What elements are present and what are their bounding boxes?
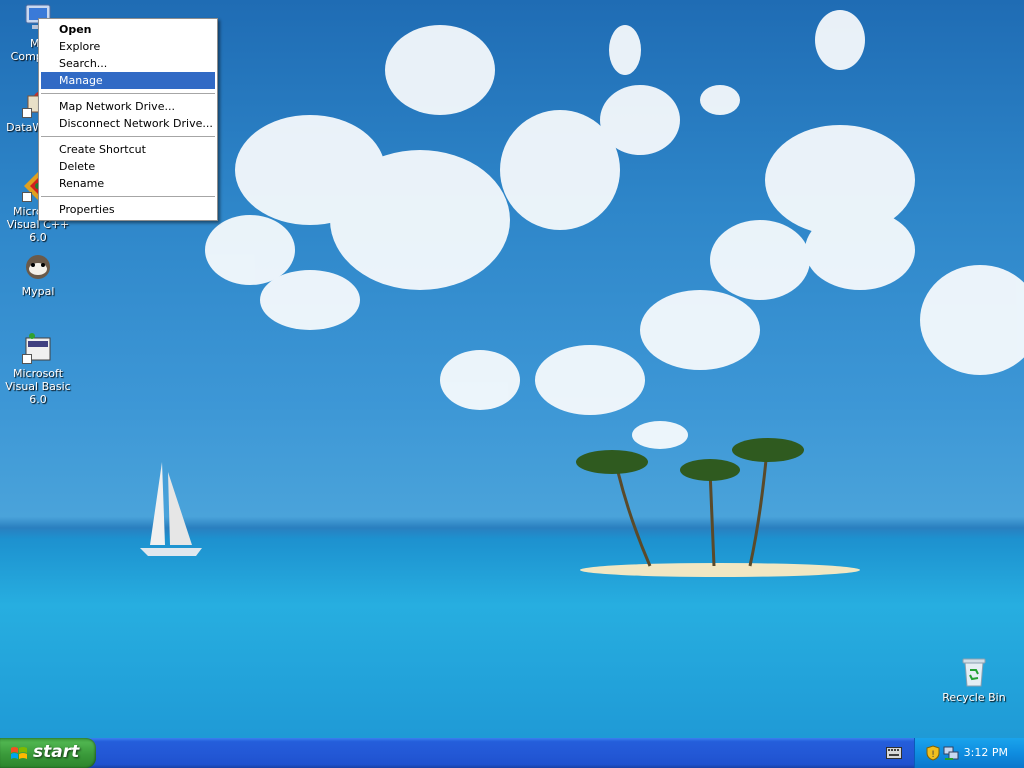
recycle-bin-app-icon (958, 656, 990, 688)
context-menu: Open Explore Search... Manage Map Networ… (38, 18, 218, 221)
menu-separator (41, 136, 215, 137)
desktop[interactable]: My Computer DataWizard Microsoft Visual … (0, 0, 1024, 738)
mypal-label: Mypal (21, 285, 55, 298)
menu-item-delete[interactable]: Delete (41, 158, 215, 175)
menu-item-manage[interactable]: Manage (41, 72, 215, 89)
visual-basic-label: Microsoft Visual Basic 6.0 (5, 367, 71, 406)
system-tray: ! 3:12 PM (914, 738, 1024, 768)
windows-logo-icon (11, 747, 27, 759)
menu-item-rename[interactable]: Rename (41, 175, 215, 192)
menu-item-explore[interactable]: Explore (41, 38, 215, 55)
mypal-app-icon (22, 250, 54, 282)
shortcut-arrow-icon (22, 108, 32, 118)
menu-item-create-shortcut[interactable]: Create Shortcut (41, 141, 215, 158)
menu-item-properties[interactable]: Properties (41, 201, 215, 218)
recycle-bin-label: Recycle Bin (942, 691, 1006, 704)
shortcut-arrow-icon (22, 192, 32, 202)
visual-basic-icon[interactable]: Microsoft Visual Basic 6.0 (0, 332, 76, 406)
start-button[interactable]: start (0, 738, 96, 768)
taskbar[interactable]: start ! 3:12 PM (0, 738, 1024, 768)
clock[interactable]: 3:12 PM (964, 746, 1008, 759)
menu-item-map-network-drive[interactable]: Map Network Drive... (41, 98, 215, 115)
network-icon[interactable] (943, 745, 959, 761)
menu-separator (41, 93, 215, 94)
mypal-icon[interactable]: Mypal (0, 250, 76, 298)
menu-item-search[interactable]: Search... (41, 55, 215, 72)
keyboard-icon[interactable] (886, 747, 902, 759)
menu-item-open[interactable]: Open (41, 21, 215, 38)
security-shield-icon[interactable]: ! (925, 745, 941, 761)
visual-basic-app-icon (22, 332, 54, 364)
menu-item-disconnect-network-drive[interactable]: Disconnect Network Drive... (41, 115, 215, 132)
menu-separator (41, 196, 215, 197)
recycle-bin-icon[interactable]: Recycle Bin (936, 656, 1012, 704)
svg-text:!: ! (931, 750, 935, 760)
shortcut-arrow-icon (22, 354, 32, 364)
start-label: start (33, 742, 80, 762)
